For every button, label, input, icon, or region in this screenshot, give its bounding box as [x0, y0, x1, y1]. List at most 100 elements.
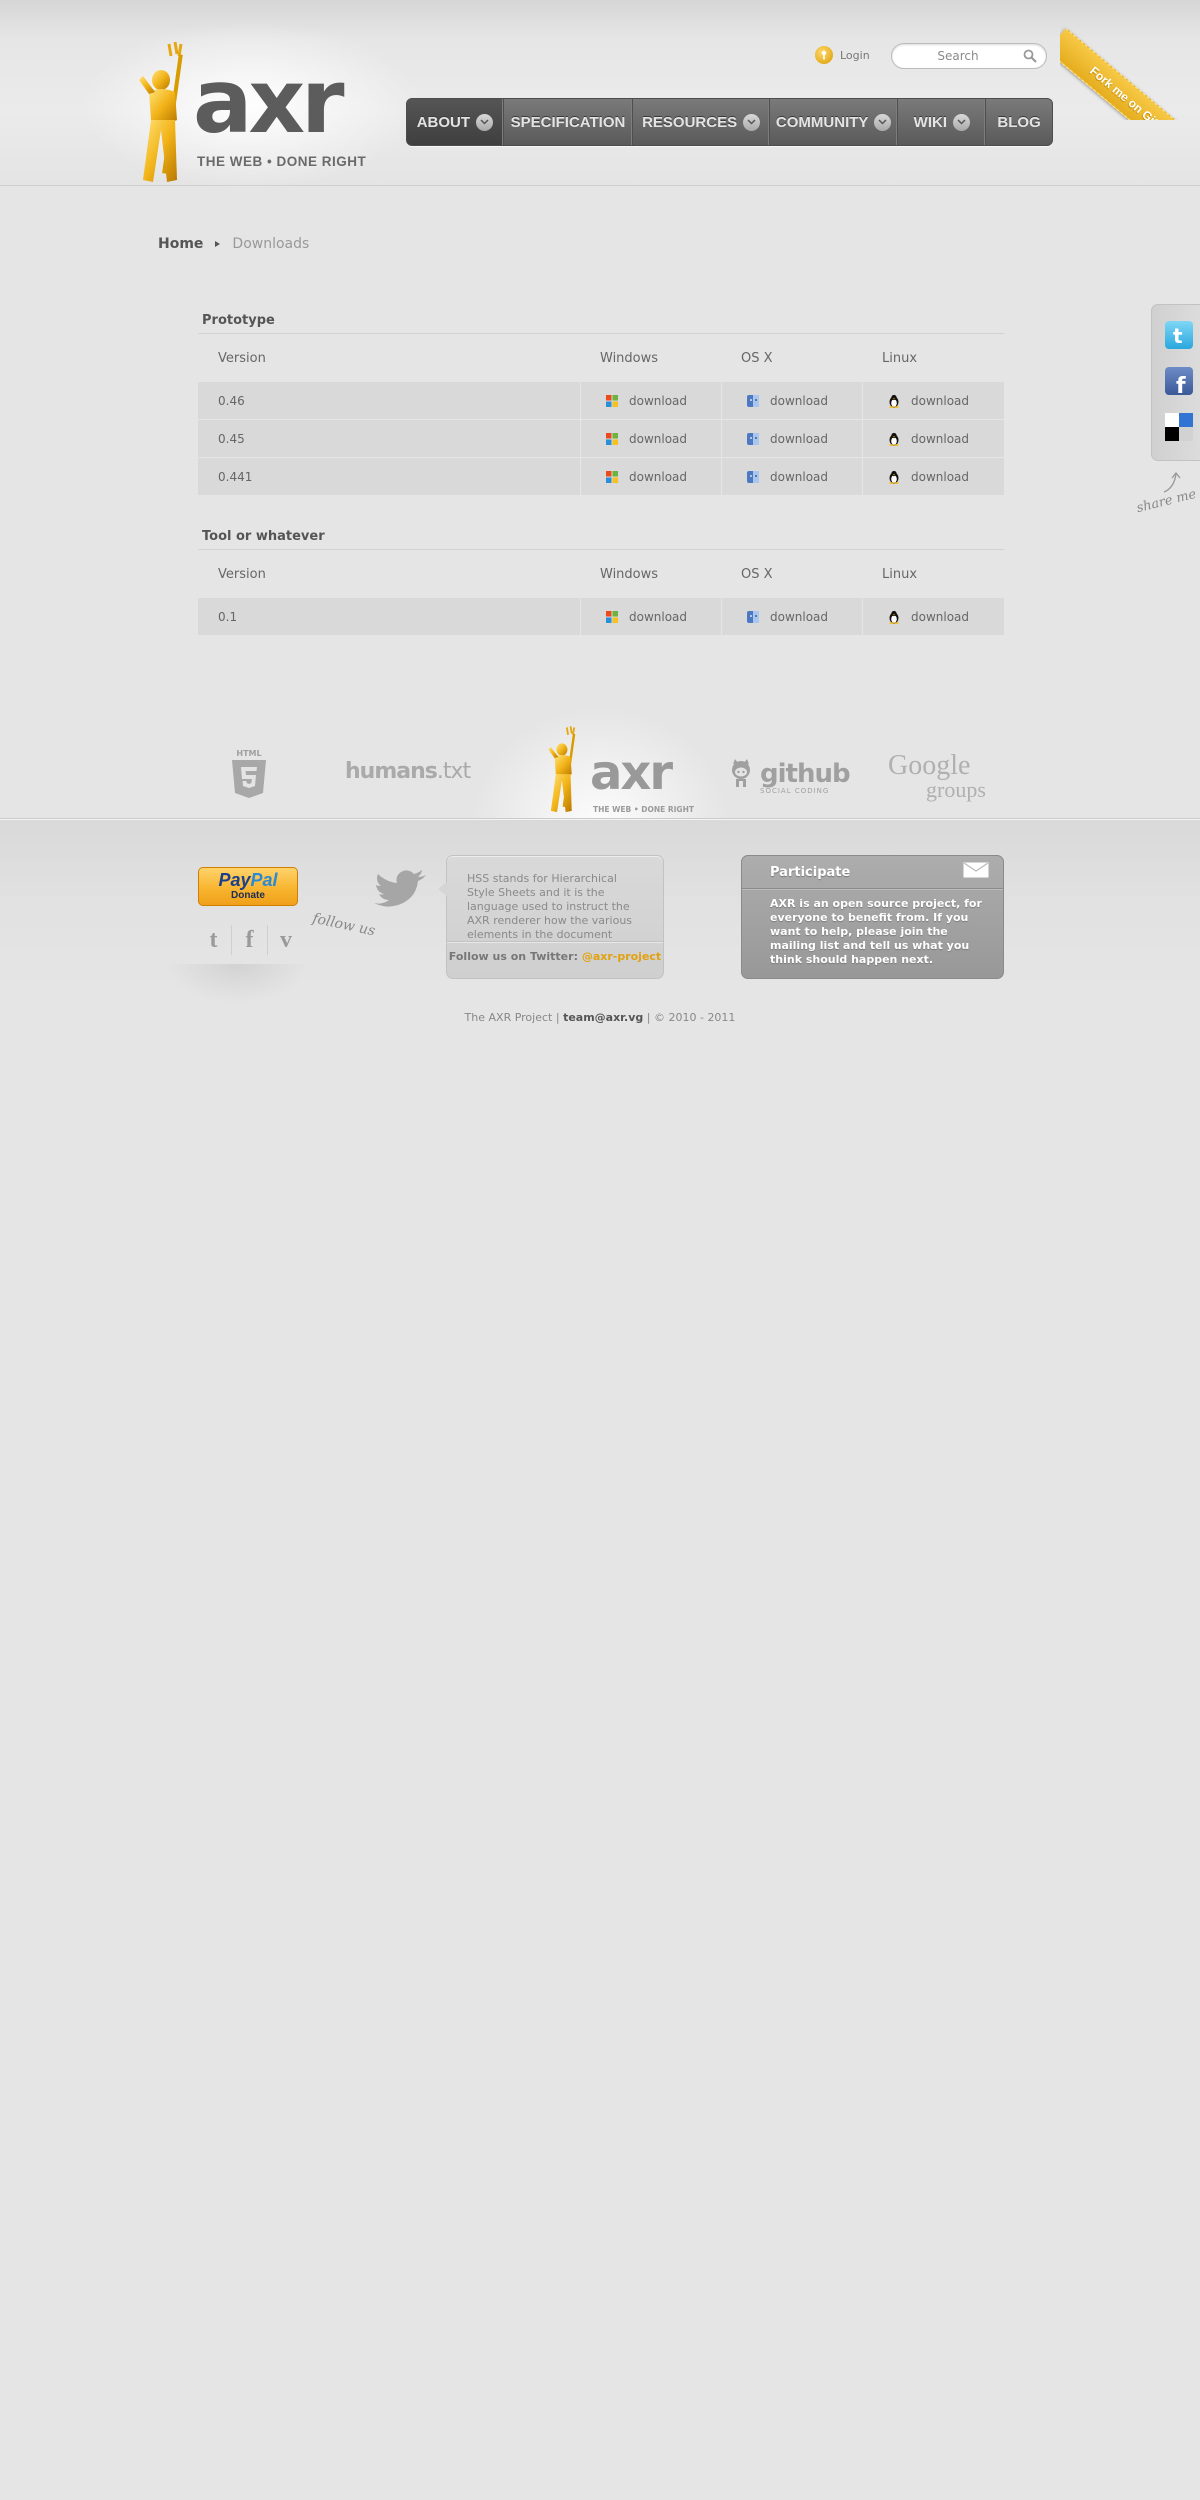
tweet-pointer: [438, 882, 447, 896]
login-label: Login: [840, 48, 870, 62]
github-logo[interactable]: github SOCIAL CODING: [728, 759, 851, 795]
nav-about[interactable]: ABOUT: [407, 99, 504, 145]
nav-wiki[interactable]: WIKI: [898, 99, 987, 145]
google-wordmark: Google: [888, 750, 971, 781]
html5-logo[interactable]: HTML: [230, 747, 268, 803]
download-windows-link[interactable]: download: [580, 420, 721, 457]
humans-txt-logo[interactable]: humans.txt: [345, 759, 471, 784]
search-input[interactable]: [902, 47, 1014, 65]
logo-wordmark: axr: [193, 50, 345, 153]
download-osx-link[interactable]: download: [721, 382, 862, 419]
twitter-handle-link[interactable]: @axr-project: [582, 950, 661, 963]
download-windows-link[interactable]: download: [580, 598, 721, 635]
windows-icon: [606, 610, 618, 623]
breadcrumb-current: Downloads: [232, 236, 310, 252]
groups-wordmark: groups: [926, 776, 986, 802]
download-label: download: [911, 431, 970, 446]
search-box: [891, 43, 1047, 69]
twitter-bird-icon: [374, 870, 426, 907]
breadcrumb: Home Downloads: [158, 236, 309, 252]
download-osx-link[interactable]: download: [721, 420, 862, 457]
nav-blog[interactable]: BLOG: [986, 99, 1052, 145]
participate-title: Participate: [770, 864, 851, 880]
nav-label: ABOUT: [416, 113, 471, 131]
social-twitter-link[interactable]: t: [196, 925, 232, 955]
paypal-donate-label: Donate: [231, 889, 265, 901]
nav-label: SPECIFICATION: [510, 113, 626, 131]
download-osx-link[interactable]: download: [721, 598, 862, 635]
partner-logos: HTML humans.txt axr THE WEB • DONE RIGHT: [0, 705, 1200, 825]
paypal-logo-pay: Pay: [218, 870, 251, 890]
copyright-separator: |: [555, 1011, 560, 1024]
download-label: download: [629, 469, 688, 484]
facebook-icon: f: [1176, 374, 1186, 399]
login-link[interactable]: Login: [815, 45, 870, 65]
table-row: 0.441 download download download: [198, 458, 1004, 495]
nav-specification[interactable]: SPECIFICATION: [504, 99, 634, 145]
share-facebook-button[interactable]: f: [1165, 367, 1193, 399]
version-cell: 0.441: [218, 469, 253, 484]
column-header-version: Version: [218, 350, 266, 366]
nav-community[interactable]: COMMUNITY: [770, 99, 899, 145]
humans-word: humans: [345, 759, 438, 784]
fork-github-ribbon[interactable]: Fork me on GitHub: [1060, 28, 1200, 120]
finder-icon: [747, 470, 759, 483]
axr-footer-wordmark: axr: [590, 745, 673, 801]
tux-icon: [889, 610, 899, 624]
twitter-icon: t: [209, 926, 218, 953]
axr-footer-logo[interactable]: axr THE WEB • DONE RIGHT: [535, 725, 694, 817]
key-icon: [815, 46, 833, 64]
site-footer: PayPal Donate t f v follow us HSS stands…: [0, 818, 1200, 2500]
download-label: download: [629, 609, 688, 624]
copyright-project: The AXR Project: [464, 1011, 553, 1024]
copyright: The AXR Project | team@axr.vg | © 2010 -…: [0, 1011, 1200, 1024]
copyright-email-link[interactable]: team@axr.vg: [563, 1011, 643, 1024]
column-header-windows: Windows: [600, 566, 659, 582]
site-logo[interactable]: axr THE WEB • DONE RIGHT: [135, 40, 366, 190]
downloads-section-tool: Tool or whatever Version Windows OS X Li…: [198, 526, 1004, 636]
table-row: 0.46 download download download: [198, 382, 1004, 419]
site-header: axr THE WEB • DONE RIGHT Login ABOUT SPE…: [0, 0, 1200, 190]
download-linux-link[interactable]: download: [862, 420, 1004, 457]
download-label: download: [911, 609, 970, 624]
download-linux-link[interactable]: download: [862, 598, 1004, 635]
participate-header: Participate: [742, 856, 1003, 889]
copyright-years: © 2010 - 2011: [653, 1011, 736, 1024]
download-windows-link[interactable]: download: [580, 382, 721, 419]
github-tagline: SOCIAL CODING: [760, 787, 830, 795]
download-windows-link[interactable]: download: [580, 458, 721, 495]
search-icon[interactable]: [1023, 49, 1037, 63]
share-twitter-button[interactable]: t: [1165, 321, 1193, 349]
html5-icon: HTML: [232, 749, 266, 798]
column-header-linux: Linux: [882, 350, 918, 366]
tux-icon: [889, 394, 899, 408]
humans-ext: .txt: [436, 759, 471, 784]
download-label: download: [770, 431, 829, 446]
social-facebook-link[interactable]: f: [232, 925, 268, 955]
tweet-box: HSS stands for Hierarchical Style Sheets…: [438, 855, 664, 979]
breadcrumb-home[interactable]: Home: [158, 236, 203, 252]
google-groups-logo[interactable]: Google groups: [888, 750, 986, 802]
tux-icon: [889, 470, 899, 484]
windows-icon: [606, 394, 618, 407]
table-row: 0.1 download download download: [198, 598, 1004, 635]
tweet-text: HSS stands for Hierarchical Style Sheets…: [447, 856, 663, 942]
html5-label: HTML: [236, 749, 261, 758]
download-linux-link[interactable]: download: [862, 382, 1004, 419]
twitter-icon: t: [1173, 324, 1183, 348]
share-delicious-button[interactable]: [1165, 413, 1193, 441]
social-vimeo-link[interactable]: v: [268, 925, 304, 955]
paypal-donate-button[interactable]: PayPal Donate: [198, 867, 298, 906]
version-cell: 0.45: [218, 431, 245, 446]
download-osx-link[interactable]: download: [721, 458, 862, 495]
table-header: Version Windows OS X Linux: [198, 550, 1004, 598]
svg-text:f: f: [1176, 374, 1186, 395]
nav-resources[interactable]: RESOURCES: [633, 99, 770, 145]
download-linux-link[interactable]: download: [862, 458, 1004, 495]
github-ribbon-container: Fork me on GitHub: [1060, 0, 1200, 120]
column-header-version: Version: [218, 566, 266, 582]
mail-icon[interactable]: [963, 862, 989, 882]
nav-label: RESOURCES: [642, 113, 738, 131]
delicious-icon: [1165, 413, 1193, 441]
social-links: t f v: [196, 925, 304, 955]
